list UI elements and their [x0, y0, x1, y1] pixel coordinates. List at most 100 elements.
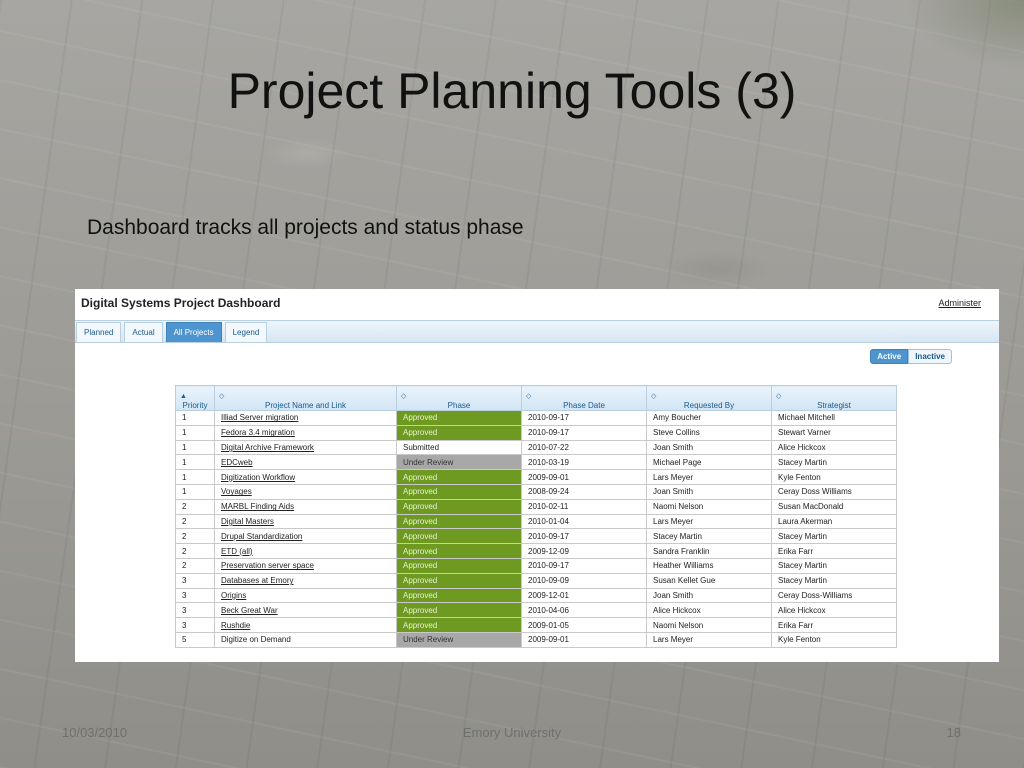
table-header-row: ▲ Priority ◇ Project Name and Link ◇ Pha… — [175, 385, 897, 411]
table-row: 3 Origins Approved 2009-12-01 Joan Smith Cera… — [175, 587, 897, 604]
column-header-project-name[interactable]: ◇ Project Name and Link — [214, 385, 397, 411]
sort-icon: ◇ — [401, 393, 407, 400]
project-link[interactable]: Digital Archive Framework — [214, 439, 397, 456]
column-header-phase-date[interactable]: ◇ Phase Date — [521, 385, 647, 411]
cell-strategist: Michael Mitchell — [771, 410, 897, 426]
cell-priority: 2 — [175, 498, 215, 515]
cell-phase: Approved — [396, 483, 522, 500]
tab-planned[interactable]: Planned — [76, 322, 122, 342]
inactive-toggle-button[interactable]: Inactive — [908, 349, 952, 364]
cell-requested-by: Joan Smith — [646, 483, 772, 500]
cell-strategist: Stewart Varner — [771, 424, 897, 441]
cell-requested-by: Susan Kellet Gue — [646, 572, 772, 589]
project-link[interactable]: MARBL Finding Aids — [214, 498, 397, 515]
footer-institution: Emory University — [462, 725, 562, 740]
cell-phase: Approved — [396, 410, 522, 426]
cell-phase: Approved — [396, 572, 522, 589]
cell-phase: Approved — [396, 469, 522, 485]
cell-requested-by: Naomi Nelson — [646, 617, 772, 633]
cell-priority: 2 — [175, 513, 215, 530]
project-link[interactable]: Beck Great War — [214, 602, 397, 619]
cell-requested-by: Joan Smith — [646, 439, 772, 456]
cell-phase: Approved — [396, 602, 522, 619]
sort-icon: ◇ — [651, 393, 657, 400]
tab-actual[interactable]: Actual — [124, 322, 163, 342]
table-row: 3 Databases at Emory Approved 2010-09-09 Sus… — [175, 572, 897, 589]
cell-strategist: Stacey Martin — [771, 557, 897, 574]
table-row: 5 Digitize on Demand Under Review 2009-09-0… — [175, 631, 897, 648]
cell-priority: 1 — [175, 469, 215, 485]
project-link[interactable]: Preservation server space — [214, 557, 397, 574]
cell-phase-date: 2010-09-17 — [521, 410, 647, 426]
project-link[interactable]: Origins — [214, 587, 397, 604]
cell-phase-date: 2009-01-05 — [521, 617, 647, 633]
project-link[interactable]: Databases at Emory — [214, 572, 397, 589]
slide-title: Project Planning Tools (3) — [227, 63, 797, 119]
table-row: 1 Voyages Approved 2008-09-24 Joan Smith Cera… — [175, 483, 897, 500]
cell-phase-date: 2010-09-17 — [521, 424, 647, 441]
cell-phase-date: 2010-07-22 — [521, 439, 647, 456]
cell-strategist: Alice Hickcox — [771, 439, 897, 456]
slide-subtitle: Dashboard tracks all projects and status… — [87, 216, 524, 239]
cell-priority: 3 — [175, 572, 215, 589]
cell-strategist: Laura Akerman — [771, 513, 897, 530]
cell-phase: Under Review — [396, 631, 522, 648]
cell-requested-by: Heather Williams — [646, 557, 772, 574]
project-link[interactable]: Digitization Workflow — [214, 469, 397, 485]
cell-requested-by: Steve Collins — [646, 424, 772, 441]
cell-priority: 1 — [175, 483, 215, 500]
tab-all-projects[interactable]: All Projects — [165, 322, 222, 342]
cell-priority: 3 — [175, 587, 215, 604]
project-link[interactable]: ETD (all) — [214, 543, 397, 559]
cell-phase: Submitted — [396, 439, 522, 456]
cell-phase: Approved — [396, 617, 522, 633]
project-link[interactable]: EDCweb — [214, 454, 397, 471]
column-header-phase[interactable]: ◇ Phase — [396, 385, 522, 411]
sort-asc-icon: ▲ — [180, 393, 187, 400]
project-link[interactable]: Digital Masters — [214, 513, 397, 530]
project-link[interactable]: Voyages — [214, 483, 397, 500]
project-link[interactable]: Illiad Server migration — [214, 410, 397, 426]
administer-link[interactable]: Administer — [938, 298, 981, 308]
cell-strategist: Stacey Martin — [771, 454, 897, 471]
cell-phase-date: 2009-12-01 — [521, 587, 647, 604]
dashboard-screenshot: Digital Systems Project Dashboard Admini… — [75, 289, 999, 662]
cell-priority: 3 — [175, 617, 215, 633]
cell-requested-by: Joan Smith — [646, 587, 772, 604]
column-header-strategist[interactable]: ◇ Strategist — [771, 385, 897, 411]
tab-legend[interactable]: Legend — [224, 322, 268, 342]
cell-phase-date: 2010-09-17 — [521, 557, 647, 574]
cell-priority: 1 — [175, 410, 215, 426]
cell-phase: Approved — [396, 424, 522, 441]
dashboard-title: Digital Systems Project Dashboard — [81, 296, 281, 310]
table-row: 1 EDCweb Under Review 2010-03-19 Michael Pag… — [175, 454, 897, 471]
table-row: 3 Rushdie Approved 2009-01-05 Naomi Nelson Er… — [175, 617, 897, 633]
cell-strategist: Stacey Martin — [771, 572, 897, 589]
cell-strategist: Susan MacDonald — [771, 498, 897, 515]
cell-priority: 2 — [175, 543, 215, 559]
cell-priority: 1 — [175, 454, 215, 471]
cell-priority: 2 — [175, 557, 215, 574]
cell-phase-date: 2009-09-01 — [521, 631, 647, 648]
cell-phase-date: 2008-09-24 — [521, 483, 647, 500]
cell-phase-date: 2010-04-06 — [521, 602, 647, 619]
active-toggle-button[interactable]: Active — [870, 349, 909, 364]
column-header-requested-by[interactable]: ◇ Requested By — [646, 385, 772, 411]
cell-phase: Approved — [396, 513, 522, 530]
table-row: 2 Preservation server space Approved 2010-0… — [175, 557, 897, 574]
cell-priority: 2 — [175, 528, 215, 545]
column-header-priority[interactable]: ▲ Priority — [175, 385, 215, 411]
projects-table: ▲ Priority ◇ Project Name and Link ◇ Pha… — [175, 385, 897, 648]
table-row: 2 ETD (all) Approved 2009-12-09 Sandra Frank… — [175, 543, 897, 559]
table-row: 1 Digital Archive Framework Submitted 2010-… — [175, 439, 897, 456]
footer-slide-number: 18 — [946, 725, 961, 740]
cell-phase-date: 2010-03-19 — [521, 454, 647, 471]
project-link[interactable]: Rushdie — [214, 617, 397, 633]
cell-priority: 1 — [175, 424, 215, 441]
cell-requested-by: Naomi Nelson — [646, 498, 772, 515]
cell-phase: Approved — [396, 498, 522, 515]
cell-phase-date: 2010-01-04 — [521, 513, 647, 530]
project-link[interactable]: Drupal Standardization — [214, 528, 397, 545]
sort-icon: ◇ — [219, 393, 225, 400]
project-link[interactable]: Fedora 3.4 migration — [214, 424, 397, 441]
